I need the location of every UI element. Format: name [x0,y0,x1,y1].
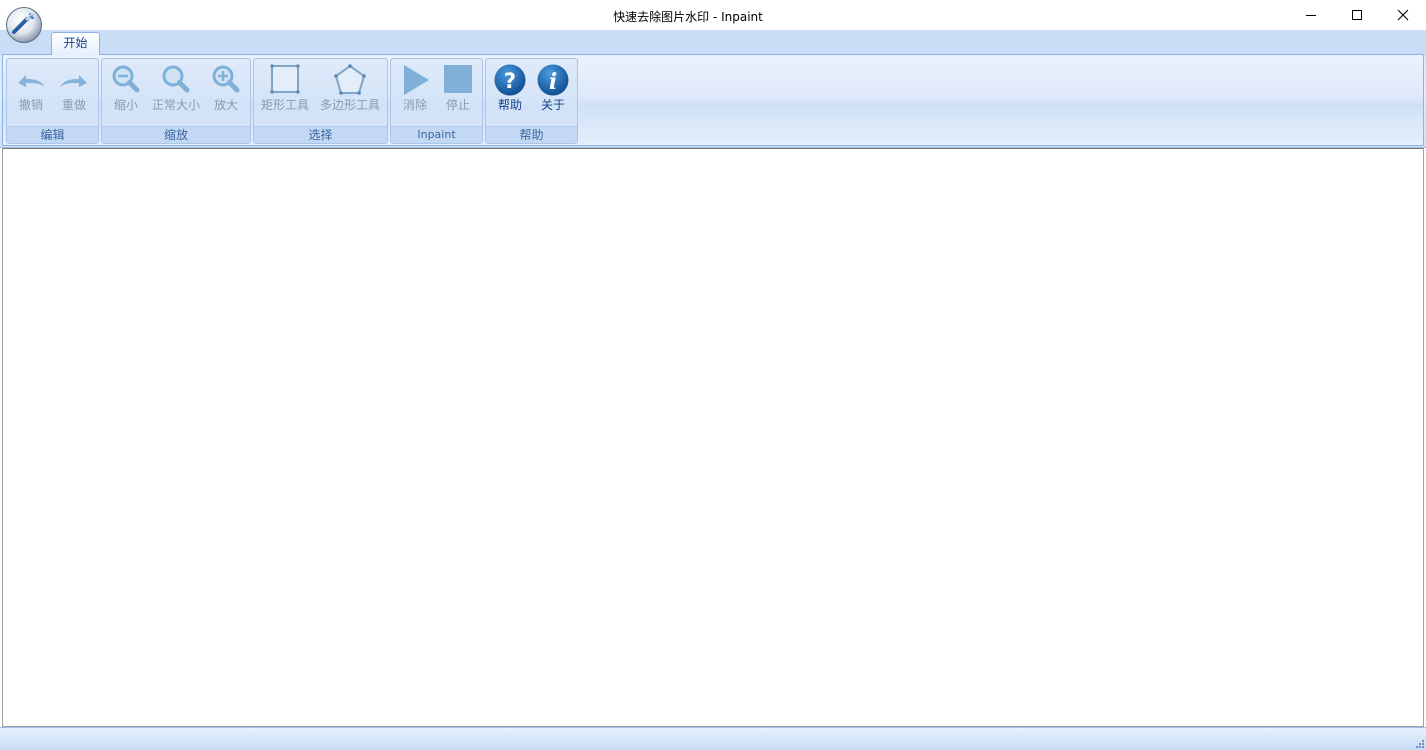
close-button[interactable] [1380,0,1426,30]
maximize-icon [1352,10,1362,20]
polygon-tool-icon [334,64,366,95]
group-inpaint: 消除 停止 Inpaint [390,58,483,144]
group-zoom-label: 缩放 [102,126,250,143]
zoom-in-label: 放大 [213,98,238,112]
svg-text:?: ? [504,69,516,93]
rectangle-tool-button[interactable]: 矩形工具 [256,59,314,125]
zoom-normal-icon [162,65,190,93]
redo-label: 重做 [61,98,86,112]
status-bar [0,727,1426,750]
minimize-icon [1306,15,1316,16]
group-help: ? 帮助 i 关于 帮助 [485,58,578,144]
stop-label: 停止 [445,98,470,112]
group-help-label: 帮助 [486,126,577,143]
redo-icon [60,75,87,87]
zoom-in-icon [212,65,240,93]
about-button[interactable]: i 关于 [532,59,574,125]
ribbon-tab-strip [0,30,1426,54]
erase-label: 消除 [402,98,427,112]
zoom-out-label: 缩小 [113,98,138,112]
application-menu-button[interactable] [5,6,43,44]
maximize-button[interactable] [1334,0,1380,30]
title-bar: 快速去除图片水印 - Inpaint [0,0,1426,32]
group-select: 矩形工具 多边形工具 选择 [253,58,388,144]
stop-icon [444,65,472,93]
zoom-normal-button[interactable]: 正常大小 [148,59,204,125]
undo-button[interactable]: 撤销 [9,59,53,125]
polygon-tool-button[interactable]: 多边形工具 [316,59,384,125]
about-label: 关于 [540,98,565,112]
zoom-out-icon [112,65,140,93]
zoom-normal-label: 正常大小 [151,98,200,112]
window-title: 快速去除图片水印 - Inpaint [613,10,763,24]
polygon-tool-label: 多边形工具 [319,98,380,112]
help-icon: ? [494,64,526,96]
undo-icon [18,75,45,87]
undo-label: 撤销 [18,98,43,112]
redo-button[interactable]: 重做 [53,59,95,125]
zoom-out-button[interactable]: 缩小 [104,59,148,125]
play-icon [404,65,429,95]
group-edit-label: 编辑 [7,126,98,143]
zoom-in-button[interactable]: 放大 [204,59,248,125]
tab-start[interactable]: 开始 [51,32,100,55]
minimize-button[interactable] [1288,0,1334,30]
group-select-label: 选择 [254,126,387,143]
help-label: 帮助 [497,98,522,112]
erase-button[interactable]: 消除 [393,59,437,125]
rectangle-tool-label: 矩形工具 [260,98,309,112]
resize-grip-icon[interactable] [1414,738,1424,748]
group-inpaint-label: Inpaint [391,126,482,143]
stop-button[interactable]: 停止 [437,59,479,125]
image-canvas[interactable] [2,148,1424,727]
group-zoom: 缩小 正常大小 放大 缩放 [101,58,251,144]
rectangle-tool-icon [270,64,300,94]
app-orb-icon [6,7,42,43]
group-edit: 撤销 重做 编辑 [6,58,99,144]
help-button[interactable]: ? 帮助 [488,59,532,125]
svg-text:i: i [549,69,557,95]
close-icon [1397,9,1409,21]
info-icon: i [537,64,569,96]
